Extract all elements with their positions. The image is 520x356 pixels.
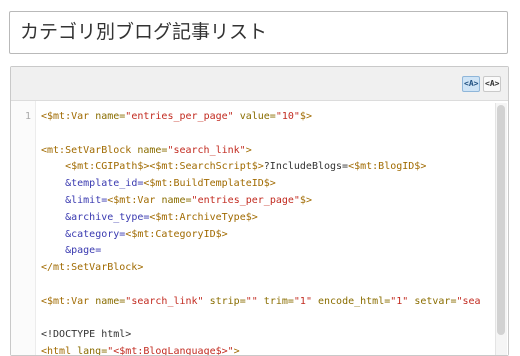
code-token: "1" bbox=[390, 295, 409, 307]
code-token: </mt:SetVarBlock> bbox=[41, 262, 144, 274]
code-token: <$mt:Var bbox=[107, 194, 162, 206]
code-token: <$mt:BuildTemplateID$> bbox=[143, 178, 276, 190]
code-editor: <A> <A> 1 <$mt:Var name="entries_per_pag… bbox=[10, 66, 509, 356]
code-token: $> bbox=[299, 194, 312, 206]
code-line: <$mt:Var name="search_link" strip="" tri… bbox=[41, 294, 492, 311]
code-line: </mt:SetVarBlock> bbox=[41, 260, 492, 277]
vertical-scrollbar[interactable] bbox=[495, 103, 507, 355]
code-token: <!DOCTYPE html> bbox=[41, 329, 132, 341]
code-token: "entries_per_page" bbox=[125, 111, 234, 122]
code-token: "1" bbox=[293, 295, 312, 307]
code-token: <mt:SetVarBlock bbox=[41, 144, 138, 156]
code-token: &category= bbox=[65, 228, 126, 240]
code-token: <$mt:Var bbox=[41, 295, 96, 307]
code-token: &archive_type= bbox=[65, 211, 150, 223]
code-line: <mt:SetVarBlock name="search_link"> bbox=[41, 143, 492, 160]
code-token: <$mt:BlogID$> bbox=[348, 161, 427, 173]
code-token: &limit= bbox=[65, 194, 108, 206]
code-token: encode_html= bbox=[311, 295, 391, 307]
code-token: "sea bbox=[456, 295, 481, 307]
code-token: "<$mt:BlogLanguage$>" bbox=[107, 346, 234, 355]
code-line: <html lang="<$mt:BlogLanguage$>"> bbox=[41, 344, 492, 355]
code-token: <$mt:Var bbox=[41, 111, 96, 122]
code-token: name= bbox=[137, 144, 168, 156]
code-token: <$mt:SearchScript$> bbox=[149, 161, 264, 173]
code-token: "10" bbox=[275, 111, 300, 122]
code-token: ?IncludeBlogs= bbox=[263, 161, 349, 173]
code-token: "search_link" bbox=[125, 295, 204, 307]
code-token: "search_link" bbox=[167, 144, 246, 156]
code-token: > bbox=[245, 144, 252, 156]
title-input[interactable]: カテゴリ別ブログ記事リスト bbox=[9, 11, 508, 54]
code-area[interactable]: 1 <$mt:Var name="entries_per_page" value… bbox=[11, 101, 508, 355]
code-line: &limit=<$mt:Var name="entries_per_page"$… bbox=[41, 193, 492, 210]
code-token: &template_id= bbox=[65, 178, 144, 190]
code-text[interactable]: <$mt:Var name="entries_per_page" value="… bbox=[41, 109, 492, 355]
code-token: setvar= bbox=[408, 295, 457, 307]
code-token: $> bbox=[299, 111, 312, 122]
code-token: strip= bbox=[203, 295, 246, 307]
code-token: > bbox=[233, 346, 240, 355]
code-line: <!DOCTYPE html> bbox=[41, 327, 492, 344]
code-token: name= bbox=[95, 295, 126, 307]
code-line: <$mt:Var name="entries_per_page" value="… bbox=[41, 109, 492, 126]
code-token: <$mt:CGIPath$> bbox=[65, 161, 150, 173]
code-line: &archive_type=<$mt:ArchiveType$> bbox=[41, 210, 492, 227]
code-token: "" bbox=[245, 295, 258, 307]
code-line: &template_id=<$mt:BuildTemplateID$> bbox=[41, 176, 492, 193]
code-token: &page= bbox=[65, 245, 102, 257]
code-line: &category=<$mt:CategoryID$> bbox=[41, 227, 492, 244]
line-number-gutter: 1 bbox=[11, 101, 36, 355]
code-token: <$mt:ArchiveType$> bbox=[149, 211, 258, 223]
rich-text-mode-button[interactable]: <A> bbox=[462, 76, 481, 92]
editor-toolbar: <A> <A> bbox=[11, 67, 508, 101]
plain-text-mode-button[interactable]: <A> bbox=[483, 76, 502, 92]
code-token: name= bbox=[95, 111, 126, 122]
scrollbar-thumb[interactable] bbox=[497, 105, 505, 335]
line-number: 1 bbox=[24, 111, 31, 122]
code-line: <$mt:CGIPath$><$mt:SearchScript$>?Includ… bbox=[41, 159, 492, 176]
code-token: "entries_per_page" bbox=[191, 194, 300, 206]
code-line: &page= bbox=[41, 243, 492, 260]
code-token: lang= bbox=[77, 346, 108, 355]
code-token: trim= bbox=[257, 295, 294, 307]
code-token: <html bbox=[41, 346, 78, 355]
code-token: value= bbox=[233, 111, 276, 122]
code-token: <$mt:CategoryID$> bbox=[125, 228, 228, 240]
code-token: name= bbox=[161, 194, 192, 206]
